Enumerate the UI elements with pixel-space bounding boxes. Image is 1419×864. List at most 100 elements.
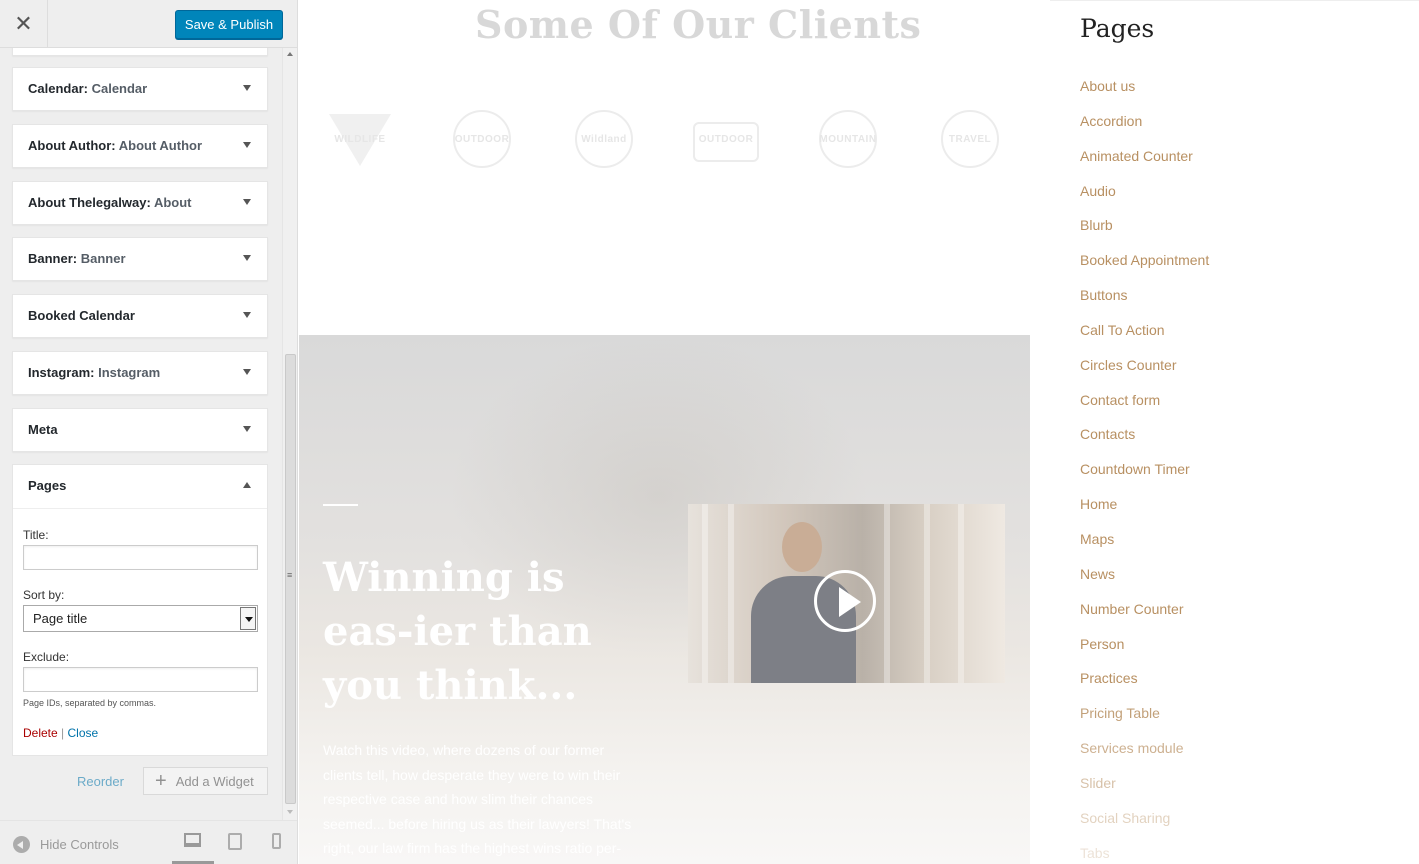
widget-item-instagram[interactable]: Instagram: Instagram: [12, 351, 268, 395]
scroll-down-icon[interactable]: [287, 810, 293, 814]
video-hero-section: Winning is eas-ier than you think... Wat…: [299, 335, 1030, 864]
exclude-input[interactable]: [23, 667, 258, 692]
widget-type: Banner: [28, 251, 73, 266]
page-link[interactable]: Slider: [1080, 773, 1209, 808]
sortby-value: Page title: [33, 611, 88, 626]
widget-type: Booked Calendar: [28, 308, 135, 323]
widget-type: About Thelegalway: [28, 195, 147, 210]
add-widget-label: Add a Widget: [175, 773, 254, 789]
sidebar-scrollbar[interactable]: ≡: [282, 48, 297, 820]
expand-arrow-icon[interactable]: [243, 85, 251, 91]
page-link[interactable]: Services module: [1080, 738, 1209, 773]
scroll-up-icon[interactable]: [287, 52, 293, 56]
customizer-sidebar: ✕ Save & Publish Calendar: Calendar Abou…: [0, 0, 298, 864]
save-publish-button[interactable]: Save & Publish: [175, 10, 283, 39]
tablet-preview-icon[interactable]: [228, 833, 242, 850]
expand-arrow-icon[interactable]: [243, 426, 251, 432]
exclude-label: Exclude:: [23, 650, 70, 664]
mobile-preview-icon[interactable]: [272, 833, 281, 849]
widget-item-pages: Pages Title: Sort by: Page title Exclude…: [12, 464, 268, 756]
expand-arrow-icon[interactable]: [243, 369, 251, 375]
close-widget-link[interactable]: Close: [68, 726, 99, 740]
client-logo: OUTDOOR: [691, 108, 761, 172]
page-link[interactable]: Pricing Table: [1080, 703, 1209, 738]
widget-item-previous[interactable]: [12, 48, 268, 56]
page-link[interactable]: Audio: [1080, 181, 1209, 216]
widget-item-about-thelegalway[interactable]: About Thelegalway: About: [12, 181, 268, 225]
page-link[interactable]: Call To Action: [1080, 320, 1209, 355]
page-link[interactable]: Practices: [1080, 668, 1209, 703]
widget-title: Banner: [80, 251, 126, 266]
page-link[interactable]: Contacts: [1080, 424, 1209, 459]
title-input[interactable]: [23, 545, 258, 570]
client-logo: MOUNTAIN: [813, 108, 883, 172]
widget-type: Meta: [28, 422, 58, 437]
page-link[interactable]: Tabs: [1080, 843, 1209, 864]
page-link[interactable]: Home: [1080, 494, 1209, 529]
close-customizer-button[interactable]: ✕: [0, 0, 48, 48]
collapse-arrow-icon[interactable]: [243, 482, 251, 488]
expand-arrow-icon[interactable]: [243, 255, 251, 261]
add-widget-button[interactable]: + Add a Widget: [143, 767, 268, 795]
widget-title: Instagram: [98, 365, 161, 380]
hero-text: Watch this video, where dozens of our fo…: [323, 742, 632, 856]
clients-section-title: Some Of Our Clients: [475, 2, 922, 47]
close-icon: ✕: [14, 11, 33, 36]
plus-icon: +: [155, 770, 167, 792]
page-link[interactable]: Number Counter: [1080, 599, 1209, 634]
page-link[interactable]: Person: [1080, 634, 1209, 669]
dropdown-arrow-icon[interactable]: [240, 607, 256, 630]
site-preview: Some Of Our Clients WILDLIFE OUTDOOR Wil…: [299, 0, 1419, 864]
pages-list: About us Accordion Animated Counter Audio Bl…: [1080, 76, 1209, 864]
widget-title: About Author: [118, 138, 203, 153]
widget-item-banner[interactable]: Banner: Banner: [12, 237, 268, 281]
page-link[interactable]: Buttons: [1080, 285, 1209, 320]
pages-widget-title: Pages: [1080, 14, 1155, 43]
widget-title: About: [153, 195, 192, 210]
widget-item-meta[interactable]: Meta: [12, 408, 268, 452]
hide-controls-button[interactable]: Hide Controls: [13, 836, 119, 853]
play-icon[interactable]: [814, 570, 876, 632]
sortby-select[interactable]: Page title: [23, 605, 258, 632]
expand-arrow-icon[interactable]: [243, 142, 251, 148]
page-link[interactable]: Social Sharing: [1080, 808, 1209, 843]
widget-item-booked-calendar[interactable]: Booked Calendar: [12, 294, 268, 338]
expand-arrow-icon[interactable]: [243, 312, 251, 318]
client-logos: WILDLIFE OUTDOOR Wildland OUTDOOR MOUNTA…: [325, 108, 1015, 172]
page-link[interactable]: Blurb: [1080, 215, 1209, 250]
video-thumbnail[interactable]: [688, 504, 1005, 683]
page-link[interactable]: Contact form: [1080, 390, 1209, 425]
page-link[interactable]: Booked Appointment: [1080, 250, 1209, 285]
client-logo: OUTDOOR: [447, 108, 517, 172]
reorder-link[interactable]: Reorder: [77, 774, 124, 789]
client-logo: Wildland: [569, 108, 639, 172]
widget-actions: Delete | Close: [23, 726, 98, 740]
page-link[interactable]: Countdown Timer: [1080, 459, 1209, 494]
title-label: Title:: [23, 528, 49, 542]
widget-item-about-author[interactable]: About Author: About Author: [12, 124, 268, 168]
hide-controls-label: Hide Controls: [40, 837, 119, 852]
customizer-footer: Hide Controls: [0, 820, 297, 864]
page-link[interactable]: News: [1080, 564, 1209, 599]
widget-type: About Author: [28, 138, 112, 153]
widget-type: Instagram: [28, 365, 91, 380]
hero-accent-line: [323, 504, 358, 506]
widget-item-calendar[interactable]: Calendar: Calendar: [12, 67, 268, 111]
expand-arrow-icon[interactable]: [243, 199, 251, 205]
page-link[interactable]: Circles Counter: [1080, 355, 1209, 390]
exclude-hint: Page IDs, separated by commas.: [23, 698, 157, 708]
pages-widget-header[interactable]: Pages: [13, 465, 267, 509]
scrollbar-thumb[interactable]: ≡: [285, 354, 296, 804]
client-logo: TRAVEL: [935, 108, 1005, 172]
page-link[interactable]: About us: [1080, 76, 1209, 111]
hero-heading: Winning is eas-ier than you think...: [323, 554, 592, 709]
delete-widget-link[interactable]: Delete: [23, 726, 58, 740]
desktop-preview-icon[interactable]: [184, 833, 201, 847]
page-link[interactable]: Animated Counter: [1080, 146, 1209, 181]
sortby-label: Sort by:: [23, 588, 65, 602]
page-link[interactable]: Maps: [1080, 529, 1209, 564]
collapse-sidebar-icon: [13, 836, 30, 853]
page-link[interactable]: Accordion: [1080, 111, 1209, 146]
widget-type: Pages: [28, 478, 67, 493]
action-separator: |: [61, 726, 65, 740]
